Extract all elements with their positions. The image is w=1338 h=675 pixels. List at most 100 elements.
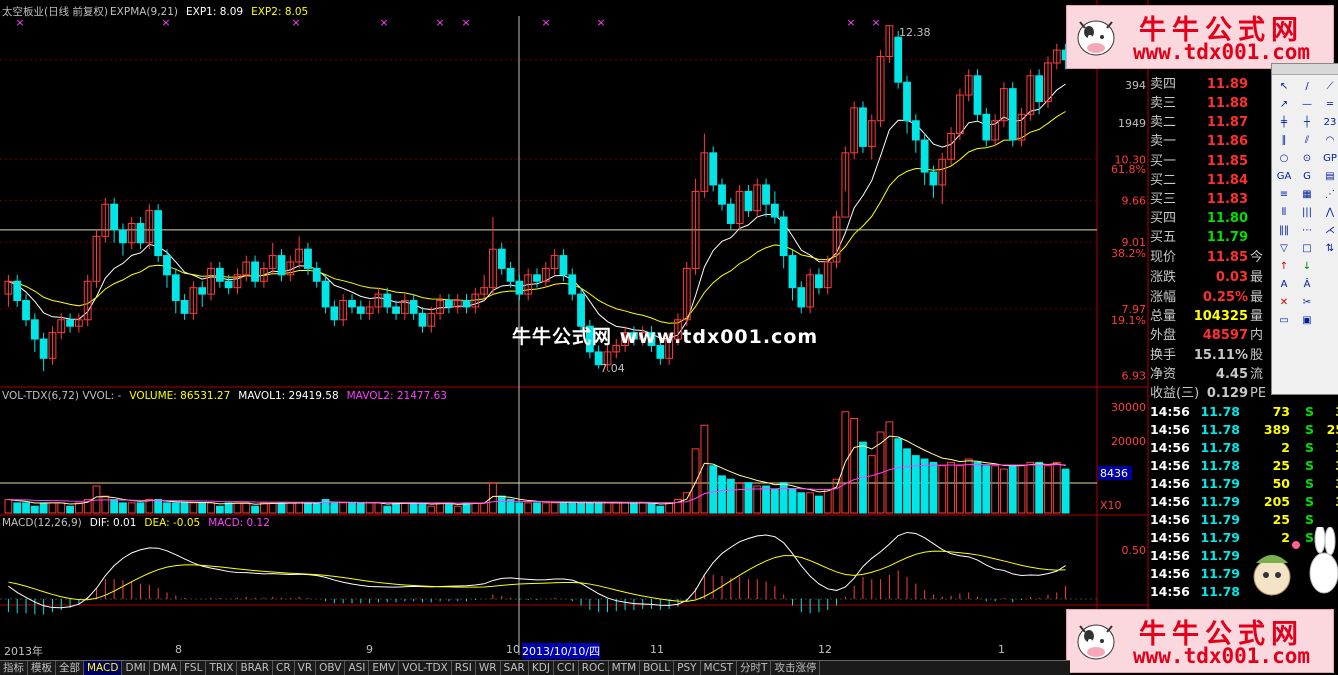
tab-vr[interactable]: VR [295, 661, 317, 675]
quote-row: 净资 4.45 流 [1150, 363, 1263, 382]
candle-body [462, 300, 471, 308]
tab-roc[interactable]: ROC [579, 661, 609, 675]
tab-obv[interactable]: OBV [316, 661, 346, 675]
cursor-icon[interactable]: ↖ [1275, 79, 1293, 94]
quote-row: 买一 11.85 [1150, 150, 1250, 169]
text2-icon[interactable]: Â [1298, 277, 1316, 292]
text-icon[interactable]: A [1275, 277, 1293, 292]
vline-icon[interactable]: ╪ [1275, 115, 1293, 130]
blank3-icon[interactable] [1321, 295, 1338, 310]
tab-psy[interactable]: PSY [674, 661, 701, 675]
tab-mcst[interactable]: MCST [701, 661, 738, 675]
gp-icon[interactable]: GP [1321, 151, 1338, 166]
tab-fsl[interactable]: FSL [181, 661, 207, 675]
grid-icon[interactable]: ▦ [1298, 187, 1316, 202]
candle-body [251, 261, 259, 282]
candle-body [330, 306, 339, 321]
g-icon[interactable]: G [1298, 169, 1316, 184]
quote-label: 买三 [1150, 192, 1177, 207]
tab--[interactable]: 指标 [0, 661, 28, 675]
tick-row: 14:56 11.78 2S3 [1150, 440, 1338, 458]
quote-value: 4.45 [1215, 367, 1248, 382]
tab-dma[interactable]: DMA [150, 661, 182, 675]
triangle-icon[interactable]: ▽ [1275, 241, 1293, 256]
drawing-toolbox[interactable]: ↖ / ⟋ ↗ — ═ ╪ ┼ 23 ∥ ⫽ ◠ ○ ⊙ GP GA G ▤ ≡ ▦ ⋰ ⦀ ||| ⋀ ‖‖ ⋯ ⋌ ▽ □ ⇅ ↑ ↓ A Â… [1271, 63, 1338, 395]
line-icon[interactable]: / [1298, 79, 1316, 94]
tab-cci[interactable]: CCI [554, 661, 579, 675]
volume-bar [533, 502, 541, 514]
volume-bar [779, 482, 788, 514]
fan-icon[interactable]: ⋯ [1298, 223, 1316, 238]
vlines-icon[interactable]: ‖‖ [1275, 223, 1293, 238]
candle-body [312, 267, 321, 282]
rect-icon[interactable]: □ [1298, 241, 1316, 256]
arc-icon[interactable]: ◠ [1321, 133, 1338, 148]
ga-icon[interactable]: GA [1275, 169, 1293, 184]
gate-icon[interactable]: ▤ [1321, 169, 1338, 184]
tab-vol-tdx[interactable]: VOL-TDX [399, 661, 452, 675]
arrow-line-icon[interactable]: ↗ [1275, 97, 1293, 112]
quote-label: 买二 [1150, 173, 1177, 188]
ray-icon[interactable]: ⟋ [1321, 79, 1338, 94]
tab-wr[interactable]: WR [476, 661, 501, 675]
tab-trix[interactable]: TRIX [206, 661, 238, 675]
logo-banner-top: 牛牛公式网 www.tdx001.com [1066, 5, 1334, 69]
tab-boll[interactable]: BOLL [640, 661, 675, 675]
hline-icon[interactable]: ═ [1321, 97, 1338, 112]
candle-body [903, 81, 911, 122]
tab-dmi[interactable]: DMI [122, 661, 150, 675]
up-arrow-icon[interactable]: ↑ [1275, 259, 1293, 274]
tab-asi[interactable]: ASI [345, 661, 370, 675]
volume-bar [392, 502, 400, 514]
candle-body [515, 280, 524, 295]
cut-icon[interactable]: ✂ [1298, 295, 1316, 310]
channel-icon[interactable]: ⫽ [1298, 133, 1316, 148]
tab-macd[interactable]: MACD [84, 661, 123, 675]
circle-icon[interactable]: ○ [1275, 151, 1293, 166]
gann-icon[interactable]: ⋀ [1321, 205, 1338, 220]
tab-cr[interactable]: CR [273, 661, 295, 675]
tab--[interactable]: 攻击涨停 [771, 661, 821, 675]
level-icon[interactable]: ≡ [1275, 187, 1293, 202]
fan2-icon[interactable]: ⋌ [1321, 223, 1338, 238]
indicator-tab-bar[interactable]: 指标 模板 全部 MACD DMI DMA FSL TRIX BRAR CR VR OBV ASI EMV… [0, 660, 1070, 675]
tline-icon[interactable]: ┼ [1298, 115, 1316, 130]
volume-bar [1044, 465, 1052, 514]
blank2-icon[interactable] [1321, 277, 1338, 292]
copy-icon[interactable]: ▣ [1298, 313, 1316, 328]
delete-icon[interactable]: ✕ [1275, 295, 1293, 310]
fib-icon[interactable]: ⊙ [1298, 151, 1316, 166]
speed-icon[interactable]: ⋰ [1321, 187, 1338, 202]
tab-emv[interactable]: EMV [369, 661, 400, 675]
tab--[interactable]: 模板 [28, 661, 56, 675]
bunny-mascot-icon [1253, 527, 1338, 596]
candle-body [171, 274, 180, 302]
tab--[interactable]: 全部 [56, 661, 84, 675]
tab-mtm[interactable]: MTM [609, 661, 641, 675]
blank4-icon[interactable] [1321, 313, 1338, 328]
quote-value: 104325 [1193, 309, 1248, 324]
tab--t[interactable]: 分时T [737, 661, 772, 675]
parallel-icon[interactable]: ∥ [1275, 133, 1293, 148]
tab-sar[interactable]: SAR [501, 661, 529, 675]
tick-time: 14:56 [1150, 566, 1190, 581]
quote-label: 外盘 [1150, 328, 1177, 343]
number-icon[interactable]: 23 [1321, 115, 1338, 130]
volume-bar [630, 502, 638, 514]
candle-body [39, 338, 48, 359]
segment-icon[interactable]: — [1298, 97, 1316, 112]
updown-icon[interactable]: ⇅ [1321, 241, 1338, 256]
tab-brar[interactable]: BRAR [237, 661, 273, 675]
down-arrow-icon[interactable]: ↓ [1298, 259, 1316, 274]
quote-label: 买四 [1150, 211, 1177, 226]
tab-rsi[interactable]: RSI [452, 661, 476, 675]
tick-price: 11.79 [1200, 566, 1240, 581]
toolbox-titlebar[interactable] [1272, 64, 1338, 75]
bars-icon[interactable]: ⦀ [1275, 205, 1293, 220]
candle-body [154, 210, 163, 257]
blank-icon[interactable] [1321, 259, 1338, 274]
ruler-icon[interactable]: ▭ [1275, 313, 1293, 328]
cycle-icon[interactable]: ||| [1298, 205, 1316, 220]
tab-kdj[interactable]: KDJ [529, 661, 554, 675]
volume-bar [57, 502, 66, 514]
